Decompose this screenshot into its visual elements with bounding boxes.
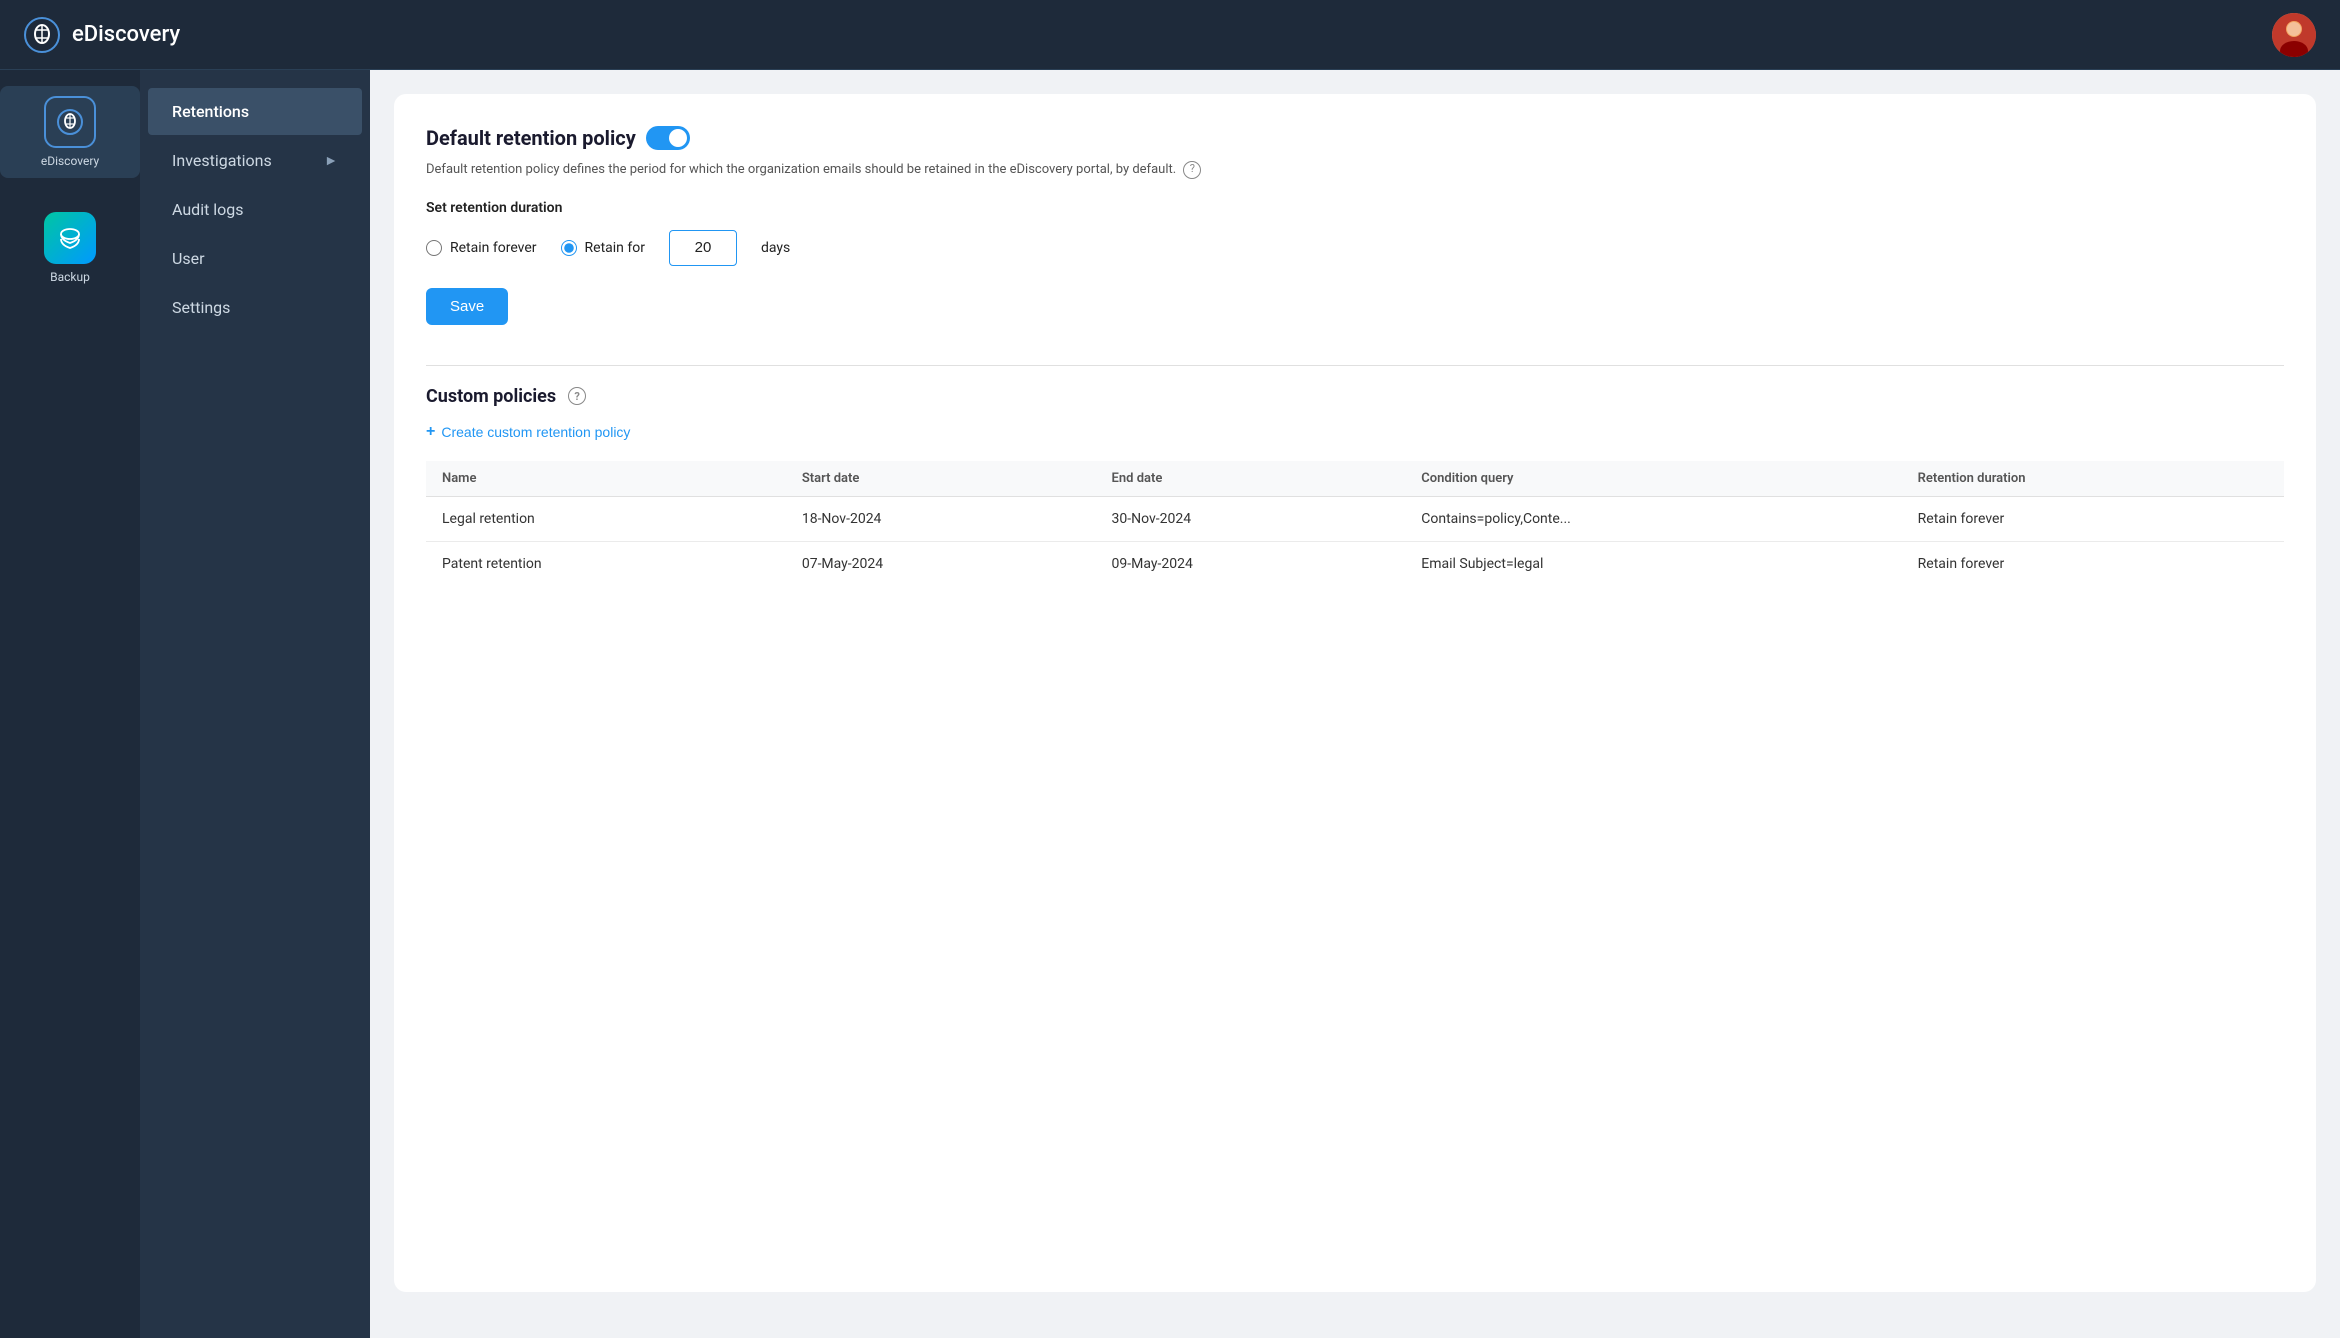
days-label: days <box>761 240 790 256</box>
col-retention-duration: Retention duration <box>1902 461 2284 497</box>
chevron-right-icon: ► <box>324 152 338 169</box>
nav-item-audit-logs[interactable]: Audit logs <box>148 186 362 233</box>
backup-app-icon <box>44 212 96 264</box>
ediscovery-label: eDiscovery <box>41 154 99 168</box>
app-logo: eDiscovery <box>24 17 180 53</box>
save-button[interactable]: Save <box>426 288 508 325</box>
cell-start-date: 07-May-2024 <box>786 541 1096 586</box>
create-policy-button[interactable]: + Create custom retention policy <box>426 423 630 441</box>
nav-item-investigations[interactable]: Investigations ► <box>148 137 362 184</box>
nav-settings-label: Settings <box>172 298 230 317</box>
nav-item-retentions[interactable]: Retentions <box>148 88 362 135</box>
content-area: eDiscovery Backup Retentions Investiga <box>0 70 2340 1338</box>
cell-retention-duration: Retain forever <box>1902 541 2284 586</box>
table-row[interactable]: Legal retention 18-Nov-2024 30-Nov-2024 … <box>426 496 2284 541</box>
col-condition-query: Condition query <box>1405 461 1901 497</box>
nav-retentions-label: Retentions <box>172 102 249 121</box>
nav-audit-logs-label: Audit logs <box>172 200 244 219</box>
custom-policies-title: Custom policies ? <box>426 386 2284 407</box>
plus-icon: + <box>426 423 435 441</box>
toggle-slider <box>646 126 690 150</box>
content-inner: Default retention policy Default retenti… <box>394 94 2316 1292</box>
nav-item-settings[interactable]: Settings <box>148 284 362 331</box>
retain-for-option[interactable]: Retain for <box>561 240 645 256</box>
sidebar: eDiscovery Backup <box>0 70 140 1338</box>
col-start-date: Start date <box>786 461 1096 497</box>
logo-icon <box>24 17 60 53</box>
section-divider <box>426 365 2284 366</box>
sidebar-app-backup[interactable]: Backup <box>0 202 140 294</box>
description-help-icon[interactable]: ? <box>1183 161 1201 179</box>
days-input[interactable] <box>669 230 737 266</box>
cell-retention-duration: Retain forever <box>1902 496 2284 541</box>
col-end-date: End date <box>1096 461 1406 497</box>
col-name: Name <box>426 461 786 497</box>
retain-forever-option[interactable]: Retain forever <box>426 240 537 256</box>
cell-condition-query: Contains=policy,Conte... <box>1405 496 1901 541</box>
nav-investigations-label: Investigations <box>172 151 272 170</box>
retain-forever-radio[interactable] <box>426 240 442 256</box>
cell-end-date: 30-Nov-2024 <box>1096 496 1406 541</box>
retain-forever-label: Retain forever <box>450 240 537 256</box>
cell-start-date: 18-Nov-2024 <box>786 496 1096 541</box>
policies-table-body: Legal retention 18-Nov-2024 30-Nov-2024 … <box>426 496 2284 586</box>
policies-table: Name Start date End date Condition query… <box>426 461 2284 586</box>
backup-label: Backup <box>50 270 90 284</box>
set-retention-label: Set retention duration <box>426 200 2284 216</box>
policy-toggle[interactable] <box>646 126 690 150</box>
custom-policies-help-icon[interactable]: ? <box>568 387 586 405</box>
default-policy-title: Default retention policy <box>426 126 2284 150</box>
app-title: eDiscovery <box>72 22 180 47</box>
user-avatar[interactable] <box>2272 13 2316 57</box>
retention-options: Retain forever Retain for days <box>426 230 2284 266</box>
nav-user-label: User <box>172 249 205 268</box>
cell-name: Legal retention <box>426 496 786 541</box>
policy-description: Default retention policy defines the per… <box>426 160 2284 180</box>
content-panel: Default retention policy Default retenti… <box>370 70 2340 1338</box>
avatar-image <box>2272 13 2316 57</box>
nav-menu: Retentions Investigations ► Audit logs U… <box>140 70 370 1338</box>
cell-condition-query: Email Subject=legal <box>1405 541 1901 586</box>
top-bar: eDiscovery <box>0 0 2340 70</box>
retain-for-label: Retain for <box>585 240 645 256</box>
table-row[interactable]: Patent retention 07-May-2024 09-May-2024… <box>426 541 2284 586</box>
ediscovery-app-icon <box>44 96 96 148</box>
retain-for-radio[interactable] <box>561 240 577 256</box>
main-wrapper: eDiscovery Backup Retentions Investiga <box>0 70 2340 1338</box>
sidebar-app-ediscovery[interactable]: eDiscovery <box>0 86 140 178</box>
cell-end-date: 09-May-2024 <box>1096 541 1406 586</box>
cell-name: Patent retention <box>426 541 786 586</box>
table-header: Name Start date End date Condition query… <box>426 461 2284 497</box>
nav-item-user[interactable]: User <box>148 235 362 282</box>
